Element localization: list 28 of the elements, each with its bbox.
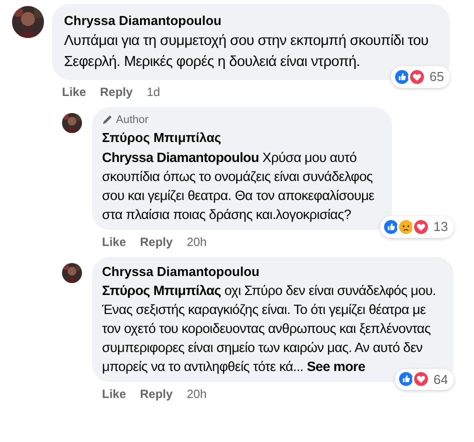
reactions-pill[interactable]: 65 [390, 66, 450, 88]
heart-icon [408, 68, 426, 86]
thumbs-up-icon [396, 370, 415, 388]
reactions-pill[interactable]: 64 [394, 368, 454, 390]
pencil-icon [102, 114, 113, 126]
comment-time: 20h [186, 386, 207, 403]
comment-time: 1d [146, 84, 160, 100]
action-link[interactable]: Like [102, 232, 126, 250]
author-label: Author [116, 112, 148, 128]
action-link[interactable]: Reply [140, 385, 173, 403]
action-link[interactable]: Like [102, 385, 126, 403]
reaction-count: 65 [430, 68, 444, 86]
author-name[interactable]: Σπύρος Μπιμπίλας [102, 128, 382, 148]
thumbs-up-icon [392, 68, 411, 86]
reactions-pill[interactable]: 13 [380, 216, 454, 238]
reaction-count: 13 [434, 218, 448, 236]
action-link[interactable]: Like [62, 82, 86, 100]
action-link[interactable]: Reply [100, 82, 133, 100]
thumbs-up-icon [382, 218, 400, 236]
crying-emoji-icon [396, 218, 415, 236]
comment-time: 20h [186, 234, 207, 250]
heart-icon [412, 370, 430, 388]
action-link[interactable]: Reply [140, 232, 173, 250]
author-name[interactable]: Chryssa Diamantopoulou [64, 11, 438, 30]
heart-icon [412, 218, 430, 236]
author-name[interactable]: Chryssa Diamantopoulou [102, 262, 444, 281]
reply-text: Chryssa Diamantopoulou Χρύσα μου αυτό σκουπίδια όπως το ονομάζεις είναι συνάδελφος σου και γεμίζει θεατρα. Θα τον αποκεφαλίσουμε στα πλαίσια ποιας δράσης και.λογοκρισίας? [102, 148, 376, 224]
see-more-link[interactable]: See more [306, 359, 366, 374]
